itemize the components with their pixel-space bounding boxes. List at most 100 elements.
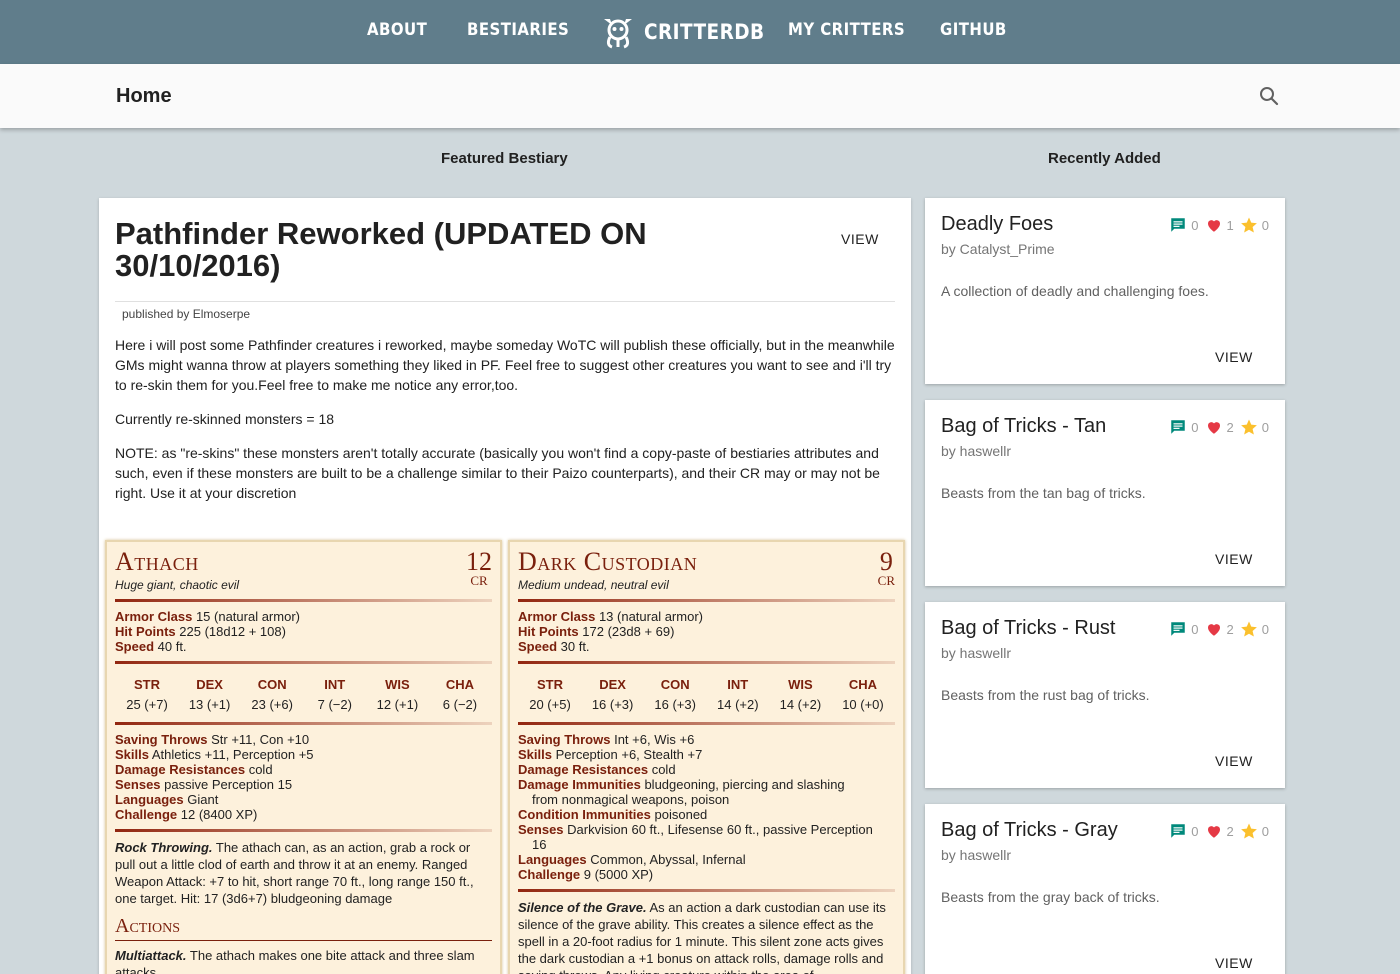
damage-immunities-cont: from nonmagical weapons, poison (532, 792, 730, 807)
creature-name: Athach (115, 547, 199, 576)
featured-description: Here i will post some Pathfinder creatur… (115, 335, 899, 517)
ability-scores: STR 25 (+7) DEX 13 (+1) CON 23 (+6) INT 7 (−… (115, 671, 492, 715)
languages: Languages Common, Abyssal, Infernal (518, 852, 746, 867)
damage-resistances: Damage Resistances cold (115, 762, 273, 777)
recent-card-stats: 0 2 0 (1163, 822, 1269, 840)
recent-card-title[interactable]: Bag of Tricks - Gray (941, 819, 1118, 842)
creature-type: Medium undead, neutral evil (518, 578, 669, 592)
search-icon (1260, 87, 1279, 106)
like-count: 2 (1226, 621, 1234, 637)
armor-class: Armor Class 13 (natural armor) (518, 609, 703, 624)
cr-label: CR (470, 573, 488, 588)
prop-value: 225 (18d12 + 108) (179, 624, 286, 639)
skills: Skills Athletics +11, Perception +5 (115, 747, 314, 762)
top-nav: ABOUT BESTIARIES CRITTERDB MY CRITTERS G… (0, 0, 1400, 64)
comment-icon (1171, 622, 1186, 636)
challenge: Challenge 12 (8400 XP) (115, 807, 258, 822)
recent-heading: Recently Added (1048, 150, 1161, 167)
recent-card-description: A collection of deadly and challenging f… (941, 283, 1209, 299)
damage-resistances: Damage Resistances cold (518, 762, 676, 777)
prop-label: Armor Class (115, 609, 193, 624)
recent-card-author: by Catalyst_Prime (941, 241, 1055, 257)
ability-int: INT 7 (−2) (317, 677, 352, 712)
comment-count: 0 (1191, 621, 1199, 637)
ability-con: CON 16 (+3) (654, 677, 696, 712)
featured-bestiary-card: Pathfinder Reworked (UPDATED ON 30/10/20… (99, 198, 911, 974)
comment-icon (1171, 824, 1186, 838)
description-paragraph: Currently re-skinned monsters = 18 (115, 411, 335, 427)
featured-publisher: published by Elmoserpe (122, 307, 251, 321)
nav-my-critters[interactable]: MY CRITTERS (788, 20, 905, 40)
condition-immunities: Condition Immunities poisoned (518, 807, 708, 822)
saving-throws: Saving Throws Str +11, Con +10 (115, 732, 310, 747)
comment-count: 0 (1191, 217, 1199, 233)
comment-icon (1171, 218, 1186, 232)
page-title: Home (116, 85, 172, 107)
recent-card: Bag of Tricks - Rust by haswellr 0 2 0 B… (925, 602, 1285, 788)
recent-card-title[interactable]: Deadly Foes (941, 213, 1053, 236)
statblock-rule (115, 722, 492, 725)
statblock-rule (518, 889, 895, 892)
recent-card-view-button[interactable]: VIEW (1215, 753, 1253, 769)
cr-value: 9 (879, 547, 893, 576)
heart-icon[interactable] (1205, 216, 1223, 234)
ability-int: INT 14 (+2) (717, 677, 759, 712)
star-icon[interactable] (1240, 418, 1258, 436)
critter-logo-icon (604, 19, 632, 49)
ability-dex: DEX 13 (+1) (188, 677, 231, 712)
nav-about[interactable]: ABOUT (367, 20, 427, 40)
recent-card-title[interactable]: Bag of Tricks - Tan (941, 415, 1106, 438)
favorite-count: 0 (1261, 621, 1269, 637)
statblock-rule (518, 599, 895, 602)
recent-card: Deadly Foes by Catalyst_Prime 0 1 0 A co… (925, 198, 1285, 384)
statblock-dark-custodian[interactable]: Dark Custodian 9 CR Medium undead, neutr… (508, 540, 905, 974)
recent-card-stats: 0 1 0 (1163, 216, 1269, 234)
comment-icon (1171, 420, 1186, 434)
ability-dex: DEX 16 (+3) (591, 677, 634, 712)
challenge-rating: 12 CR (466, 549, 492, 588)
star-icon[interactable] (1240, 822, 1258, 840)
nav-github[interactable]: GITHUB (940, 20, 1007, 40)
ability-scores: STR 20 (+5) DEX 16 (+3) CON 16 (+3) INT 14 (… (518, 671, 895, 715)
action-multiattack: Multiattack. The athach makes one bite a… (115, 948, 475, 974)
heart-icon[interactable] (1205, 822, 1223, 840)
recent-card-view-button[interactable]: VIEW (1215, 955, 1253, 971)
challenge-rating: 9 CR (878, 547, 895, 588)
recent-card-view-button[interactable]: VIEW (1215, 551, 1253, 567)
search-button[interactable] (1257, 84, 1281, 108)
statblock-rule (518, 661, 895, 664)
like-count: 2 (1226, 823, 1234, 839)
heart-icon[interactable] (1205, 620, 1223, 638)
challenge: Challenge 9 (5000 XP) (518, 867, 654, 882)
star-icon[interactable] (1240, 216, 1258, 234)
recent-card-author: by haswellr (941, 645, 1012, 661)
statblock-athach[interactable]: Athach 12 CR Huge giant, chaotic evil Ar… (105, 540, 502, 974)
star-icon[interactable] (1240, 620, 1258, 638)
recent-card-description: Beasts from the tan bag of tricks. (941, 485, 1146, 501)
favorite-count: 0 (1261, 823, 1269, 839)
senses: Senses Darkvision 60 ft., Lifesense 60 f… (518, 822, 873, 837)
featured-view-button[interactable]: VIEW (841, 231, 879, 247)
creature-name: Dark Custodian (518, 547, 698, 576)
recent-card-view-button[interactable]: VIEW (1215, 349, 1253, 365)
recent-card: Bag of Tricks - Tan by haswellr 0 2 0 Be… (925, 400, 1285, 586)
recent-card-description: Beasts from the rust bag of tricks. (941, 687, 1150, 703)
recent-card: Bag of Tricks - Gray by haswellr 0 2 0 B… (925, 804, 1285, 974)
nav-bestiaries[interactable]: BESTIARIES (467, 20, 569, 40)
statblock-rule (115, 661, 492, 664)
speed: Speed 30 ft. (518, 639, 590, 654)
heart-icon[interactable] (1205, 418, 1223, 436)
prop-label: Hit Points (115, 624, 176, 639)
senses-cont: 16 (532, 837, 547, 852)
hit-points: Hit Points 172 (23d8 + 69) (518, 624, 675, 639)
recent-card-title[interactable]: Bag of Tricks - Rust (941, 617, 1116, 640)
featured-title: Pathfinder Reworked (UPDATED ON 30/10/20… (115, 216, 647, 283)
saving-throws: Saving Throws Int +6, Wis +6 (518, 732, 695, 747)
skills: Skills Perception +6, Stealth +7 (518, 747, 703, 762)
statblock-rule (115, 829, 492, 832)
brand-logo[interactable]: CRITTERDB (600, 14, 781, 50)
trait-rock-throwing: Rock Throwing. The athach can, as an act… (115, 840, 474, 906)
description-paragraph: NOTE: as "re-skins" these monsters aren'… (115, 445, 880, 501)
ability-str: STR 25 (+7) (126, 677, 168, 712)
statblock-rule (115, 599, 492, 602)
